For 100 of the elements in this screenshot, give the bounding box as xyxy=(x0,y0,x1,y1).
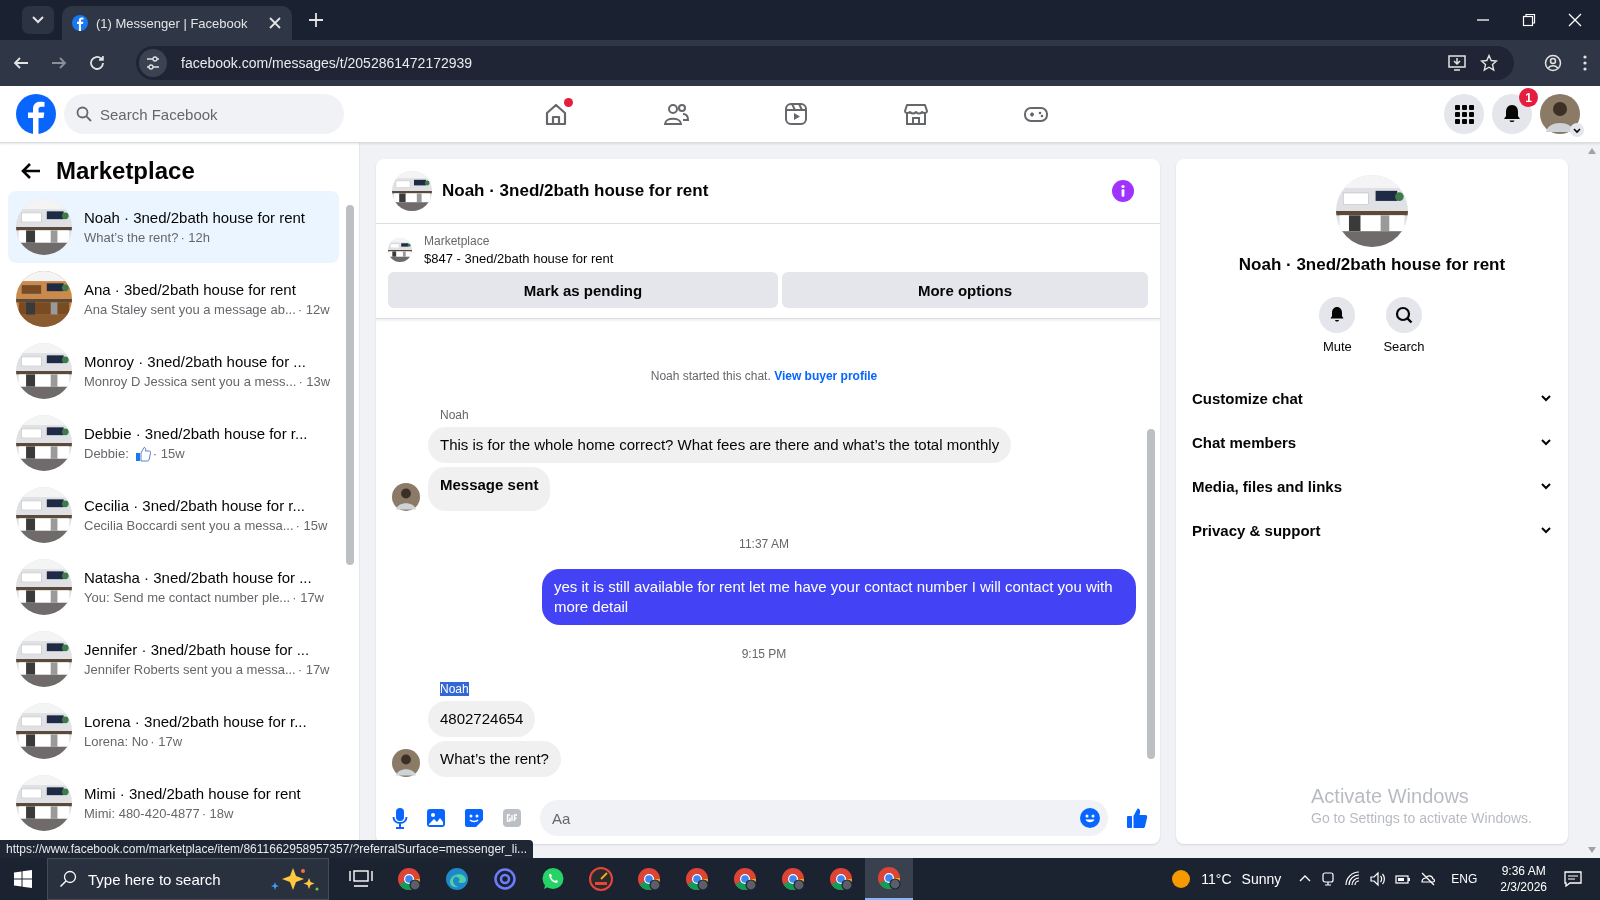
avatar xyxy=(1540,94,1580,134)
app-icon xyxy=(493,867,517,891)
taskbar-app[interactable] xyxy=(865,858,913,900)
cloud-off-icon[interactable] xyxy=(1420,871,1437,887)
listing-button[interactable]: Mark as pending xyxy=(388,272,778,308)
section-header[interactable]: Chat members xyxy=(1192,420,1552,464)
conversation-item[interactable]: Cecilia · 3ned/2bath house for r... Cecilia Boccardi sent you a messa...· 15w xyxy=(8,479,339,551)
conversation-item[interactable]: Jennifer · 3ned/2bath house for ... Jennifer Roberts sent you a messa...· 17w xyxy=(8,623,339,695)
browser-tab[interactable]: (1) Messenger | Facebook xyxy=(62,6,292,40)
weather-condition: Sunny xyxy=(1241,871,1282,887)
restore-icon[interactable] xyxy=(1522,13,1536,27)
search-button[interactable] xyxy=(1386,297,1422,333)
timestamp: 11:37 AM xyxy=(739,537,789,551)
more-icon[interactable] xyxy=(1582,54,1588,72)
search-icon xyxy=(76,106,92,122)
app-icon xyxy=(829,867,853,891)
sender-name: Noah xyxy=(440,682,469,696)
conversation-item[interactable]: Lorena · 3ned/2bath house for r... Lorena: No· 17w xyxy=(8,695,339,767)
conversation-title: Debbie · 3ned/2bath house for r... xyxy=(84,424,308,442)
close-icon[interactable] xyxy=(268,16,282,30)
message-preview: Lorena: No xyxy=(84,734,149,749)
section-header[interactable]: Privacy & support xyxy=(1192,508,1552,552)
conversation-item[interactable]: Natasha · 3ned/2bath house for ... You: Send me contact number ple...· 17w xyxy=(8,551,339,623)
listing-button[interactable]: More options xyxy=(782,272,1148,308)
conversation-title: Jennifer · 3ned/2bath house for ... xyxy=(84,641,311,658)
temperature: 11°C xyxy=(1201,871,1232,887)
conversation-title: Mimi · 3ned/2bath house for rent xyxy=(84,785,301,802)
message-preview: Jennifer Roberts sent you a messa... xyxy=(84,662,296,677)
conversation-item[interactable]: Monroy · 3ned/2bath house for ... Monroy D Jessica sent you a mess...· 13w xyxy=(8,335,339,407)
listing-title: $847 - 3ned/2bath house for rent xyxy=(424,251,614,266)
image-icon[interactable] xyxy=(426,808,446,828)
new-tab-icon[interactable] xyxy=(308,12,324,28)
system-message: Noah started this chat. View buyer profile xyxy=(650,369,878,383)
action-label: Search xyxy=(1383,339,1425,354)
sticker-icon[interactable] xyxy=(464,808,484,828)
message-bubble: This is for the whole home correct? What fees are there and what’s the total monthly xyxy=(428,427,1012,463)
notification-center-icon[interactable] xyxy=(1564,870,1582,888)
conversation-item[interactable]: Mimi · 3ned/2bath house for rent Mimi: 480-420-4877· 18w xyxy=(8,767,339,839)
notification-badge: 1 xyxy=(1519,88,1538,107)
message-time: · 13w xyxy=(298,374,331,389)
clock-time[interactable]: 9:36 AM xyxy=(1501,863,1546,879)
notifications-button[interactable] xyxy=(1492,94,1532,134)
message-time: · 12w xyxy=(297,302,330,317)
link-preview: https://www.facebook.com/marketplace/item/8611662958957357/?referralSurface=messenger_li... xyxy=(0,840,534,858)
profile-icon[interactable] xyxy=(1544,54,1562,72)
clock-date[interactable]: 2/3/2026 xyxy=(1500,879,1547,895)
message-preview: Cecilia Boccardi sent you a messa... xyxy=(84,518,294,533)
message-preview: Debbie: xyxy=(84,446,129,461)
caret-icon[interactable] xyxy=(1570,123,1584,137)
message-time: · 17w xyxy=(297,662,330,677)
section-title: Customize chat xyxy=(1192,389,1303,407)
section-title: Chat members xyxy=(1192,433,1297,451)
menu-button[interactable] xyxy=(1444,94,1484,134)
app-icon xyxy=(637,867,661,891)
conversation-title: Cecilia · 3ned/2bath house for r... xyxy=(84,497,306,514)
search-icon xyxy=(59,870,77,888)
info-icon[interactable] xyxy=(1112,180,1134,202)
conversation-item[interactable]: Ana · 3bed/2bath house for rent Ana Staley sent you a message ab...· 12w xyxy=(8,263,339,335)
conversation-item[interactable]: Debbie · 3ned/2bath house for r... Debbie: · 15w xyxy=(8,407,339,479)
windows-start-icon[interactable] xyxy=(14,870,32,888)
search-field[interactable]: Search Facebook xyxy=(64,94,344,134)
message-bubble: yes it is still available for rent let me have your contact number I will contact you with more detail xyxy=(542,569,1136,625)
section-header[interactable]: Customize chat xyxy=(1192,376,1552,420)
message-bubble: 4802724654 xyxy=(428,701,536,737)
tab-list-button[interactable] xyxy=(22,6,54,34)
emoji-icon[interactable] xyxy=(1080,808,1100,828)
app-icon xyxy=(541,867,565,891)
taskbar-search-field[interactable]: Type here to search xyxy=(47,858,329,900)
conversation-title: Ana · 3bed/2bath house for rent xyxy=(84,281,297,298)
language-indicator[interactable]: ENG xyxy=(1451,872,1478,886)
network-icon[interactable] xyxy=(1345,871,1362,887)
app-icon xyxy=(685,867,709,891)
meet-icon[interactable] xyxy=(1320,871,1337,887)
reload-icon[interactable] xyxy=(88,54,106,72)
section-title: Media, files and links xyxy=(1192,477,1343,495)
sender-name: Noah xyxy=(440,408,469,422)
volume-icon[interactable] xyxy=(1370,871,1387,887)
message-time: · 15w xyxy=(295,518,328,533)
star-icon[interactable] xyxy=(1480,54,1498,72)
site-settings-icon[interactable] xyxy=(139,49,167,77)
conversation-title: Lorena · 3ned/2bath house for r... xyxy=(84,713,307,730)
section-header[interactable]: Media, files and links xyxy=(1192,464,1552,508)
message-time: · 12h xyxy=(180,230,211,245)
message-bubble: What’s the rent? xyxy=(428,741,561,777)
search-icon xyxy=(1394,305,1414,325)
mute-button[interactable] xyxy=(1319,297,1356,333)
thumbs-up-icon[interactable] xyxy=(1126,807,1148,829)
sun-icon xyxy=(1171,869,1192,889)
microphone-icon[interactable] xyxy=(392,807,408,829)
message-preview: You: Send me contact number ple... xyxy=(84,590,291,605)
message-preview: Monroy D Jessica sent you a mess... xyxy=(84,374,297,389)
address-bar[interactable]: facebook.com/messages/t/2052861472172939 xyxy=(136,46,1514,80)
conversation-item[interactable]: Noah · 3ned/2bath house for rent What’s the rent?· 12h xyxy=(8,191,339,263)
app-icon xyxy=(397,867,421,891)
facebook-logo[interactable] xyxy=(16,94,56,134)
install-icon[interactable] xyxy=(1448,54,1466,72)
app-icon xyxy=(781,867,805,891)
buyer-profile-link[interactable]: View buyer profile xyxy=(774,369,878,383)
message-field[interactable]: Aa xyxy=(540,800,1108,836)
message-preview: Mimi: 480-420-4877 xyxy=(84,806,200,821)
